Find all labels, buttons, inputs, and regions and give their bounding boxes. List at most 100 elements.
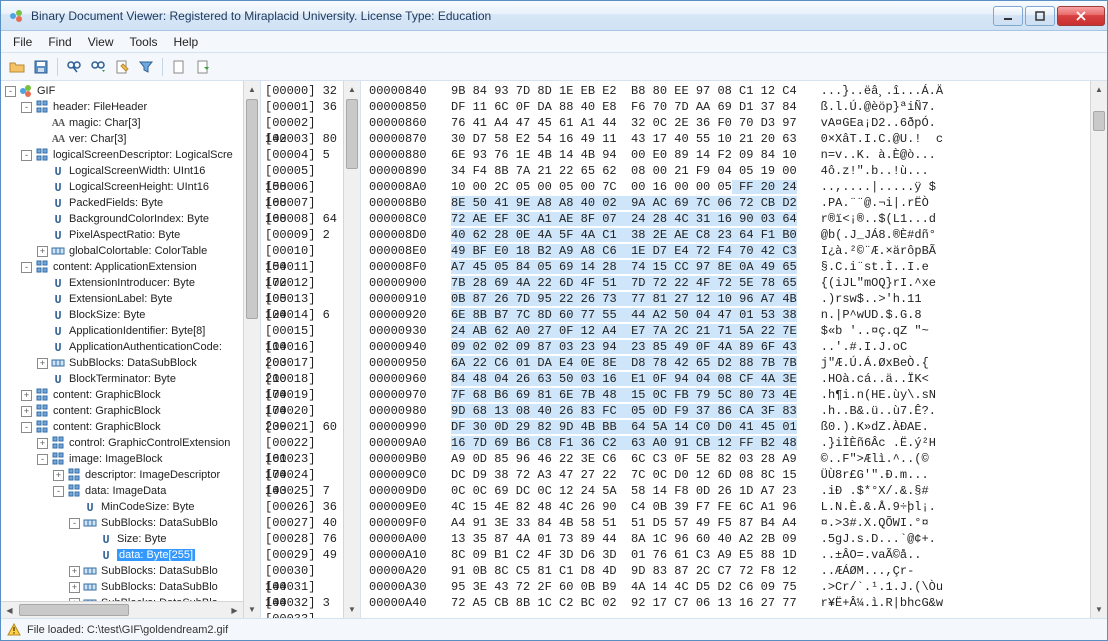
- hex-row[interactable]: 00000850DF 11 6C 0F DA 88 40 E8 F6 70 7D…: [369, 99, 1090, 115]
- offset-row[interactable]: [00026] 36: [265, 499, 339, 515]
- tb-save[interactable]: [31, 57, 51, 77]
- tree-row[interactable]: +SubBlocks: DataSubBlo: [1, 563, 243, 579]
- tb-page-go[interactable]: [193, 57, 213, 77]
- expand-icon[interactable]: +: [21, 390, 32, 401]
- offset-row[interactable]: [00021] 60: [265, 419, 339, 435]
- tb-find-next[interactable]: [88, 57, 108, 77]
- offset-row[interactable]: [00009] 2: [265, 227, 339, 243]
- hex-row[interactable]: 000009707F 68 B6 69 81 6E 7B 48 15 0C FB…: [369, 387, 1090, 403]
- offset-row[interactable]: [00008] 64: [265, 211, 339, 227]
- collapse-icon[interactable]: -: [21, 422, 32, 433]
- offset-row[interactable]: [00023] 174: [265, 451, 339, 467]
- offset-row[interactable]: [00013] 124: [265, 291, 339, 307]
- collapse-icon[interactable]: -: [21, 150, 32, 161]
- collapse-icon[interactable]: -: [5, 86, 16, 97]
- offset-row[interactable]: [00007] 168: [265, 195, 339, 211]
- scroll-thumb[interactable]: [346, 99, 358, 169]
- maximize-button[interactable]: [1025, 6, 1055, 26]
- scroll-down-icon[interactable]: ▼: [244, 601, 260, 618]
- scroll-up-icon[interactable]: ▲: [1091, 81, 1107, 98]
- offset-row[interactable]: [00027] 40: [265, 515, 339, 531]
- hex-row[interactable]: 000008D040 62 28 0E 4A 5F 4A C1 38 2E AE…: [369, 227, 1090, 243]
- tree-row[interactable]: -content: ApplicationExtension: [1, 259, 243, 275]
- scroll-left-icon[interactable]: ◀: [1, 602, 18, 618]
- menu-help[interactable]: Help: [174, 35, 199, 49]
- tree-row[interactable]: -image: ImageBlock: [1, 451, 243, 467]
- offset-row[interactable]: [00005] 158: [265, 163, 339, 179]
- offset-row[interactable]: [00018] 174: [265, 371, 339, 387]
- hex-row[interactable]: 0000089034 F4 8B 7A 21 22 65 62 08 00 21…: [369, 163, 1090, 179]
- tree-row[interactable]: UExtensionLabel: Byte: [1, 291, 243, 307]
- scroll-down-icon[interactable]: ▼: [344, 601, 360, 618]
- tree-row[interactable]: +SubBlocks: DataSubBlo: [1, 579, 243, 595]
- tree-row[interactable]: UPixelAspectRatio: Byte: [1, 227, 243, 243]
- tree-row[interactable]: UBlockTerminator: Byte: [1, 371, 243, 387]
- tree-row[interactable]: AAmagic: Char[3]: [1, 115, 243, 131]
- hex-row[interactable]: 000008F0A7 45 05 84 05 69 14 28 74 15 CC…: [369, 259, 1090, 275]
- hex-row[interactable]: 000008806E 93 76 1E 4B 14 4B 94 00 E0 89…: [369, 147, 1090, 163]
- offset-row[interactable]: [00017] 210: [265, 355, 339, 371]
- offset-row[interactable]: [00001] 36: [265, 99, 339, 115]
- tree-row[interactable]: -content: GraphicBlock: [1, 419, 243, 435]
- menu-find[interactable]: Find: [48, 35, 71, 49]
- minimize-button[interactable]: [993, 6, 1023, 26]
- expand-icon[interactable]: +: [37, 246, 48, 257]
- tree-row[interactable]: UMinCodeSize: Byte: [1, 499, 243, 515]
- collapse-icon[interactable]: -: [21, 262, 32, 273]
- collapse-icon[interactable]: -: [37, 454, 48, 465]
- offset-row[interactable]: [00022] 161: [265, 435, 339, 451]
- hex-row[interactable]: 000009D00C 0C 69 DC 0C 12 24 5A 58 14 F8…: [369, 483, 1090, 499]
- offset-row[interactable]: [00002] 142: [265, 115, 339, 131]
- hex-row[interactable]: 000009E04C 15 4E 82 48 4C 26 90 C4 0B 39…: [369, 499, 1090, 515]
- offsets-list[interactable]: [00000] 32[00001] 36[00002] 142[00003] 8…: [261, 81, 343, 618]
- offset-row[interactable]: [00030] 144: [265, 563, 339, 579]
- hex-row[interactable]: 000009506A 22 C6 01 DA E4 0E 8E D8 78 42…: [369, 355, 1090, 371]
- offset-row[interactable]: [00012] 105: [265, 275, 339, 291]
- scroll-thumb[interactable]: [246, 99, 258, 319]
- expand-icon[interactable]: +: [21, 406, 32, 417]
- expand-icon[interactable]: +: [53, 470, 64, 481]
- hex-row[interactable]: 00000990DF 30 0D 29 82 9D 4B BB 64 5A 14…: [369, 419, 1090, 435]
- offset-row[interactable]: [00025] 7: [265, 483, 339, 499]
- offset-row[interactable]: [00032] 3: [265, 595, 339, 611]
- offset-row[interactable]: [00033] 100: [265, 611, 339, 618]
- offset-row[interactable]: [00031] 144: [265, 579, 339, 595]
- offset-row[interactable]: [00024] 143: [265, 467, 339, 483]
- collapse-icon[interactable]: -: [53, 486, 64, 497]
- offset-row[interactable]: [00011] 172: [265, 259, 339, 275]
- tree-hscroll[interactable]: ◀ ▶: [1, 601, 243, 618]
- expand-icon[interactable]: +: [69, 566, 80, 577]
- hex-row[interactable]: 0000086076 41 A4 47 45 61 A1 44 32 0C 2E…: [369, 115, 1090, 131]
- menu-view[interactable]: View: [88, 35, 114, 49]
- offset-row[interactable]: [00006] 168: [265, 179, 339, 195]
- tree-row[interactable]: +content: GraphicBlock: [1, 403, 243, 419]
- hex-row[interactable]: 000008E049 BF E0 18 B2 A9 A8 C6 1E D7 E4…: [369, 243, 1090, 259]
- tree-row[interactable]: USize: Byte: [1, 531, 243, 547]
- tb-filter[interactable]: [136, 57, 156, 77]
- tb-edit[interactable]: [112, 57, 132, 77]
- hex-row[interactable]: 000009206E 8B B7 7C 8D 60 77 55 44 A2 50…: [369, 307, 1090, 323]
- offset-row[interactable]: [00000] 32: [265, 83, 339, 99]
- hex-row[interactable]: 000009C0DC D9 38 72 A3 47 27 22 7C 0C D0…: [369, 467, 1090, 483]
- hex-row[interactable]: 000009B0A9 0D 85 96 46 22 3E C6 6C C3 0F…: [369, 451, 1090, 467]
- hex-row[interactable]: 00000A108C 09 B1 C2 4F 3D D6 3D 01 76 61…: [369, 547, 1090, 563]
- collapse-icon[interactable]: -: [21, 102, 32, 113]
- tree-row[interactable]: ULogicalScreenHeight: UInt16: [1, 179, 243, 195]
- offset-row[interactable]: [00029] 49: [265, 547, 339, 563]
- hex-row[interactable]: 0000094009 02 02 09 87 03 23 94 23 85 49…: [369, 339, 1090, 355]
- tree-row[interactable]: -SubBlocks: DataSubBlo: [1, 515, 243, 531]
- scroll-down-icon[interactable]: ▼: [1091, 601, 1107, 618]
- tb-open[interactable]: [7, 57, 27, 77]
- titlebar[interactable]: Binary Document Viewer: Registered to Mi…: [1, 1, 1107, 31]
- offset-row[interactable]: [00016] 203: [265, 339, 339, 355]
- scroll-thumb[interactable]: [19, 604, 129, 616]
- offset-row[interactable]: [00004] 5: [265, 147, 339, 163]
- tree-vscroll[interactable]: ▲ ▼: [243, 81, 260, 618]
- offset-row[interactable]: [00015] 114: [265, 323, 339, 339]
- tree-row[interactable]: UApplicationAuthenticationCode:: [1, 339, 243, 355]
- tree-row[interactable]: ULogicalScreenWidth: UInt16: [1, 163, 243, 179]
- scroll-thumb[interactable]: [1093, 111, 1105, 131]
- hex-row[interactable]: 00000A2091 0B 8C C5 81 C1 D8 4D 9D 83 87…: [369, 563, 1090, 579]
- tree-row[interactable]: Udata: Byte[255]: [1, 547, 243, 563]
- tree-row[interactable]: +SubBlocks: DataSubBlock: [1, 355, 243, 371]
